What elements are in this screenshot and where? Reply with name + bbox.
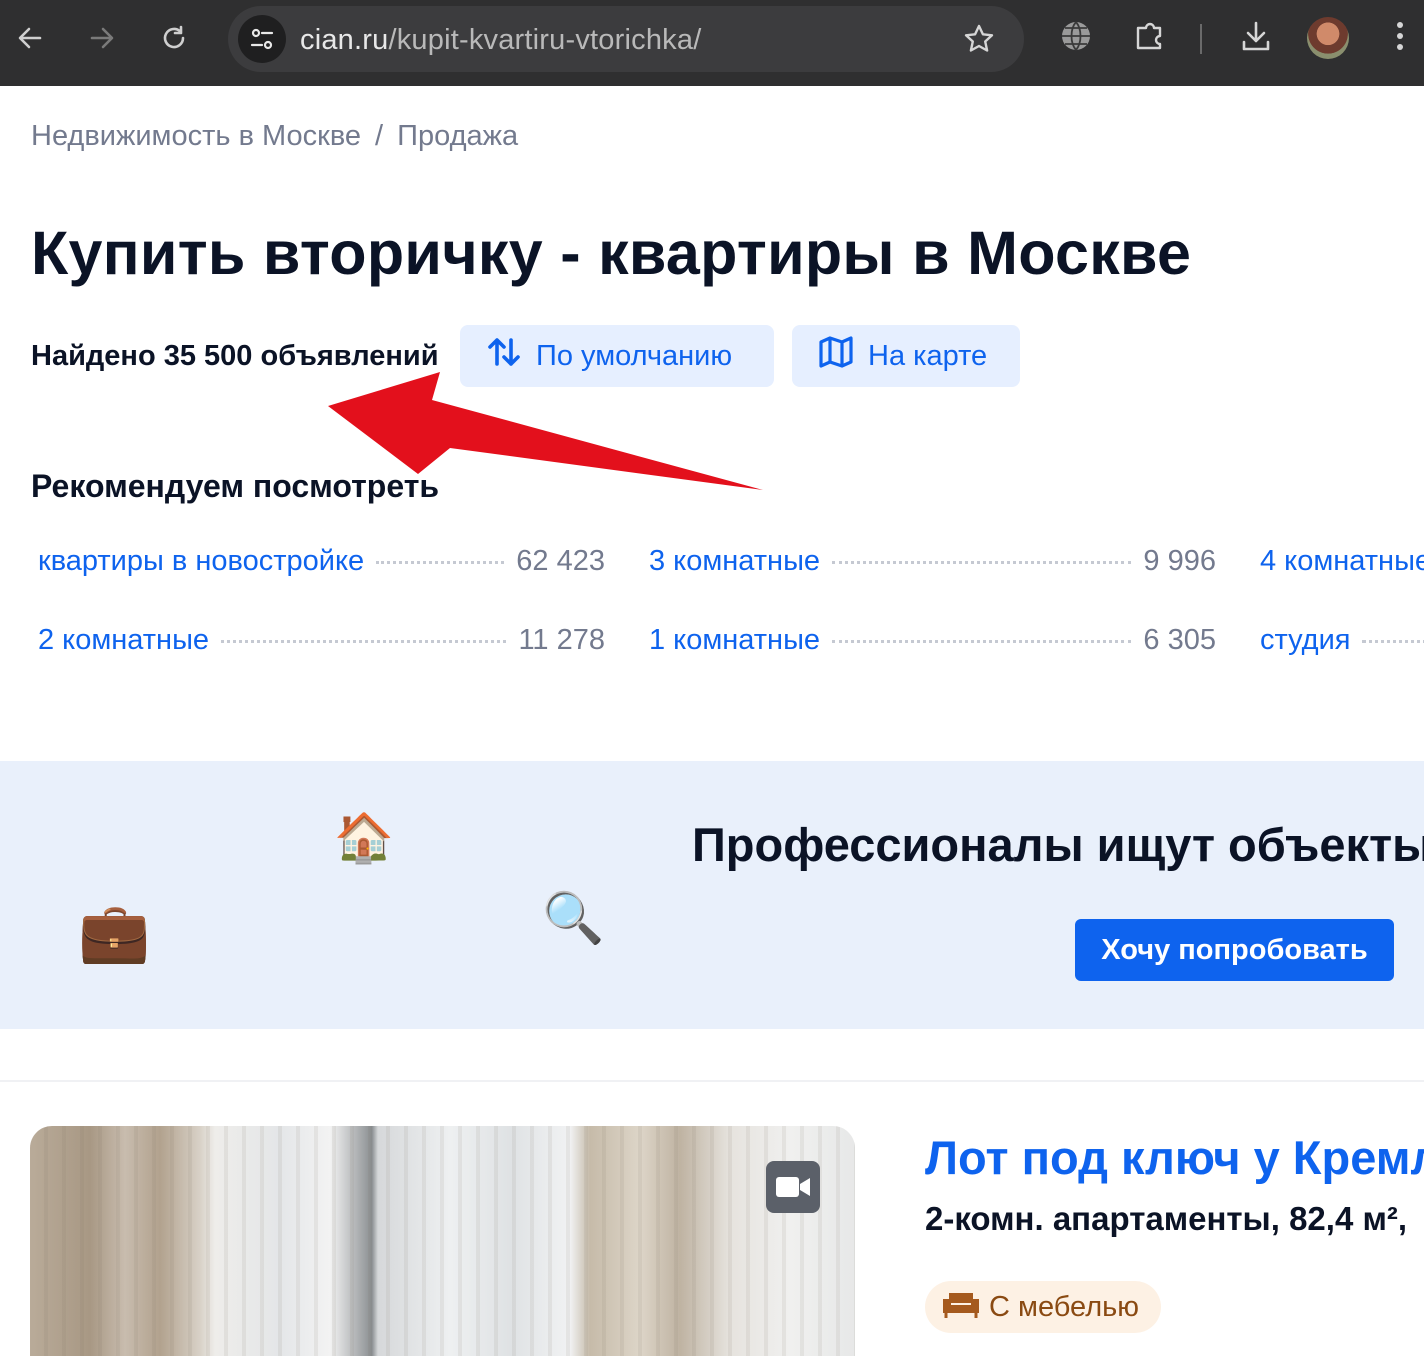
recommend-item[interactable]: 2 комнатные 11 278 — [38, 624, 605, 670]
breadcrumb-current[interactable]: Продажа — [397, 120, 518, 152]
url-path: /kupit-kvartiru-vtorichka/ — [388, 24, 702, 56]
recommend-item[interactable]: 1 комнатные 6 305 — [649, 624, 1216, 670]
more-menu-icon[interactable] — [1380, 16, 1420, 56]
forward-icon[interactable] — [78, 14, 126, 62]
promo-title: Профессионалы ищут объекты в — [692, 817, 1424, 872]
site-settings-icon[interactable] — [238, 15, 286, 63]
map-label: На карте — [868, 339, 988, 372]
map-icon — [818, 334, 854, 378]
url-host: cian.ru — [300, 24, 389, 56]
extensions-icon[interactable] — [1130, 16, 1170, 56]
dotted-leader — [1362, 640, 1424, 643]
dotted-leader — [221, 640, 507, 643]
map-button[interactable]: На карте — [792, 325, 1020, 387]
magnifier-emoji-icon: 🔍 — [542, 890, 605, 946]
recommend-item[interactable]: квартиры в новостройке 62 423 — [38, 545, 605, 591]
recommend-item[interactable]: студия — [1260, 624, 1424, 670]
recommend-item[interactable]: 3 комнатные 9 996 — [649, 545, 1216, 591]
recommend-link[interactable]: 3 комнатные — [649, 545, 820, 578]
recommend-link[interactable]: 1 комнатные — [649, 624, 820, 657]
video-camera-icon[interactable] — [766, 1161, 820, 1213]
url-text[interactable]: cian.ru/kupit-kvartiru-vtorichka/ — [300, 24, 701, 57]
furniture-tag: С мебелью — [925, 1281, 1161, 1333]
armchair-icon — [941, 1285, 981, 1329]
recommend-grid: квартиры в новостройке 62 423 3 комнатны… — [38, 545, 1424, 685]
recommend-link[interactable]: студия — [1260, 624, 1350, 657]
recommend-title: Рекомендуем посмотреть — [31, 468, 440, 504]
recommend-link[interactable]: 4 комнатные — [1260, 545, 1424, 578]
dotted-leader — [832, 640, 1132, 643]
profile-avatar[interactable] — [1307, 17, 1349, 59]
try-button[interactable]: Хочу попробовать — [1075, 919, 1394, 981]
download-icon[interactable] — [1236, 16, 1276, 56]
reload-icon[interactable] — [150, 14, 198, 62]
recommend-link[interactable]: 2 комнатные — [38, 624, 209, 657]
address-bar[interactable]: cian.ru/kupit-kvartiru-vtorichka/ — [228, 6, 1024, 72]
recommend-count: 6 305 — [1143, 624, 1216, 656]
back-icon[interactable] — [6, 14, 54, 62]
dotted-leader — [376, 561, 505, 564]
recommend-item[interactable]: 4 комнатные — [1260, 545, 1424, 591]
recommend-count: 11 278 — [518, 624, 605, 656]
page-title: Купить вторичку - квартиры в Москве — [31, 219, 1192, 287]
recommend-link[interactable]: квартиры в новостройке — [38, 545, 364, 578]
breadcrumb-home-link[interactable]: Недвижимость в Москве — [31, 120, 361, 152]
promo-title-text: Профессионалы ищут объекты — [692, 818, 1424, 871]
translate-globe-icon[interactable] — [1056, 16, 1096, 56]
breadcrumb-separator: / — [375, 120, 384, 152]
tag-label: С мебелью — [989, 1290, 1139, 1323]
found-count: Найдено 35 500 объявлений — [31, 340, 439, 372]
toolbar-divider — [1200, 24, 1202, 54]
section-divider — [0, 1080, 1424, 1082]
recommend-count: 9 996 — [1143, 545, 1216, 577]
bookmark-star-icon[interactable] — [962, 22, 996, 61]
listing-title[interactable]: Лот под ключ у Кремл — [925, 1130, 1424, 1185]
house-emoji-icon: 🏠 — [334, 812, 394, 865]
sort-label: По умолчанию — [536, 339, 733, 372]
listing-photo[interactable] — [30, 1126, 855, 1356]
promo-banner: 🏠 💼 🔍 Профессионалы ищут объекты в Хочу … — [0, 761, 1424, 1029]
briefcase-emoji-icon: 💼 — [78, 900, 151, 965]
dotted-leader — [832, 561, 1132, 564]
breadcrumb: Недвижимость в Москве / Продажа — [31, 120, 518, 153]
browser-toolbar: cian.ru/kupit-kvartiru-vtorichka/ — [0, 0, 1424, 86]
recommend-count: 62 423 — [516, 545, 605, 577]
listing-subtitle: 2-комн. апартаменты, 82,4 м², — [925, 1200, 1408, 1237]
